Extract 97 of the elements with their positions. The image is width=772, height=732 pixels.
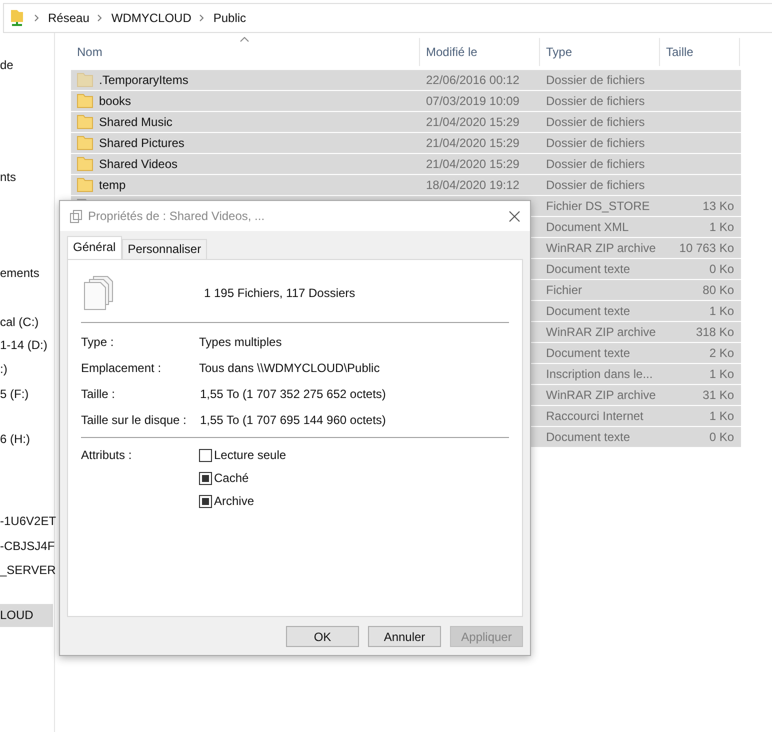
- column-header[interactable]: Type: [540, 38, 660, 66]
- sidebar-item[interactable]: 1-14 (D:): [0, 334, 54, 357]
- chevron-icon: [34, 14, 40, 22]
- checkbox-label: Archive: [214, 494, 254, 508]
- size-cell: 1 Ko: [709, 409, 734, 423]
- address-bar[interactable]: Réseau WDMYCLOUD Public: [3, 3, 772, 33]
- file-row[interactable]: Shared Pictures 21/04/2020 15:29 Dossier de fichiers: [71, 133, 741, 154]
- checkbox[interactable]: [199, 472, 212, 484]
- network-folder-icon: [10, 9, 24, 27]
- sidebar-item[interactable]: 5 (F:): [0, 383, 54, 406]
- file-row[interactable]: Shared Music 21/04/2020 15:29 Dossier de fichiers: [71, 112, 741, 133]
- file-row[interactable]: .TemporaryItems 22/06/2016 00:12 Dossier de fichiers: [71, 70, 741, 91]
- property-value: 1,55 To (1 707 352 275 652 octets): [199, 387, 386, 401]
- sidebar-item[interactable]: ements: [0, 262, 54, 285]
- date-cell: 21/04/2020 15:29: [426, 157, 520, 171]
- tab[interactable]: Général: [67, 236, 122, 259]
- size-cell: 318 Ko: [696, 325, 734, 339]
- type-cell: Dossier de fichiers: [546, 136, 645, 150]
- column-header[interactable]: Modifié le: [420, 38, 540, 66]
- breadcrumb-item[interactable]: WDMYCLOUD: [111, 11, 192, 25]
- breadcrumb-item[interactable]: Public: [213, 11, 246, 25]
- sidebar-item[interactable]: nts: [0, 166, 54, 189]
- checkbox[interactable]: [199, 494, 212, 508]
- type-cell: Dossier de fichiers: [546, 94, 645, 108]
- sidebar-item[interactable]: _SERVER: [0, 559, 54, 582]
- date-cell: 07/03/2019 10:09: [426, 94, 520, 108]
- checkbox-label: Lecture seule: [214, 448, 286, 462]
- property-label: Taille sur le disque :: [81, 413, 188, 427]
- size-cell: 0 Ko: [709, 430, 734, 444]
- file-row[interactable]: books 07/03/2019 10:09 Dossier de fichiers: [71, 91, 741, 112]
- column-header[interactable]: Taille: [660, 38, 740, 66]
- type-cell: Fichier: [546, 283, 582, 297]
- type-cell: Inscription dans le...: [546, 367, 653, 381]
- size-cell: 1 Ko: [709, 220, 734, 234]
- size-cell: 10 763 Ko: [679, 241, 734, 255]
- close-icon[interactable]: [509, 210, 520, 222]
- size-cell: 1 Ko: [709, 304, 734, 318]
- sidebar-item[interactable]: cal (C:): [0, 311, 54, 334]
- type-cell: Document texte: [546, 346, 630, 360]
- dialog-title: Propriétés de : Shared Videos, ...: [88, 209, 266, 223]
- chevron-icon: [199, 14, 206, 22]
- property-value: Tous dans \\WDMYCLOUD\Public: [199, 361, 380, 375]
- type-cell: WinRAR ZIP archive: [546, 241, 656, 255]
- file-row[interactable]: Shared Videos 21/04/2020 15:29 Dossier de fichiers: [71, 154, 741, 175]
- property-label: Type :: [81, 335, 115, 349]
- dialog-button[interactable]: OK: [286, 626, 359, 647]
- date-cell: 21/04/2020 15:29: [426, 115, 520, 129]
- size-cell: 13 Ko: [702, 199, 734, 213]
- type-cell: Dossier de fichiers: [546, 73, 645, 87]
- chevron-icon: [97, 14, 104, 22]
- checkbox[interactable]: [199, 448, 212, 462]
- multiple-files-icon: [84, 276, 114, 310]
- type-cell: WinRAR ZIP archive: [546, 325, 656, 339]
- file-name: temp: [99, 178, 126, 192]
- sidebar-item[interactable]: de: [0, 54, 54, 77]
- date-cell: 22/06/2016 00:12: [426, 73, 520, 87]
- date-cell: 18/04/2020 19:12: [426, 178, 520, 192]
- size-cell: 80 Ko: [702, 283, 734, 297]
- type-cell: Document texte: [546, 430, 630, 444]
- file-name: books: [99, 94, 132, 108]
- property-value: Types multiples: [199, 335, 282, 349]
- column-header[interactable]: Nom: [71, 38, 420, 66]
- date-cell: 21/04/2020 15:29: [426, 136, 520, 150]
- size-cell: 1 Ko: [709, 367, 734, 381]
- type-cell: Fichier DS_STORE: [546, 199, 650, 213]
- type-cell: Dossier de fichiers: [546, 157, 645, 171]
- size-cell: 2 Ko: [709, 346, 734, 360]
- dialog-button[interactable]: Annuler: [368, 626, 441, 647]
- size-cell: 31 Ko: [702, 388, 734, 402]
- sidebar-item[interactable]: -1U6V2ET: [0, 510, 54, 533]
- type-cell: Raccourci Internet: [546, 409, 644, 423]
- property-label: Attributs :: [81, 448, 133, 464]
- type-cell: Document texte: [546, 304, 630, 318]
- property-value: 1,55 To (1 707 695 144 960 octets): [199, 413, 386, 427]
- property-label: Taille :: [81, 387, 116, 401]
- sidebar-item[interactable]: :): [0, 358, 54, 381]
- type-cell: WinRAR ZIP archive: [546, 388, 656, 402]
- type-cell: Dossier de fichiers: [546, 115, 645, 129]
- sort-caret-icon: [240, 37, 249, 42]
- type-cell: Document texte: [546, 262, 630, 276]
- property-label: Emplacement :: [81, 361, 162, 375]
- sidebar-item[interactable]: -CBJSJ4F: [0, 535, 54, 558]
- file-name: .TemporaryItems: [99, 73, 188, 87]
- type-cell: Dossier de fichiers: [546, 178, 645, 192]
- file-name: Shared Pictures: [99, 136, 184, 150]
- size-cell: 0 Ko: [709, 262, 734, 276]
- summary-text: 1 195 Fichiers, 117 Dossiers: [204, 286, 356, 300]
- sidebar-item[interactable]: 6 (H:): [0, 428, 54, 451]
- breadcrumb-item[interactable]: Réseau: [48, 11, 90, 25]
- file-name: Shared Videos: [99, 157, 178, 171]
- files-icon: [70, 210, 82, 222]
- file-name: Shared Music: [99, 115, 172, 129]
- tab[interactable]: Personnaliser: [122, 239, 208, 259]
- file-row[interactable]: temp 18/04/2020 19:12 Dossier de fichiers: [71, 175, 741, 196]
- checkbox-label: Caché: [214, 471, 249, 485]
- type-cell: Document XML: [546, 220, 629, 234]
- sidebar-item[interactable]: LOUD: [0, 604, 53, 627]
